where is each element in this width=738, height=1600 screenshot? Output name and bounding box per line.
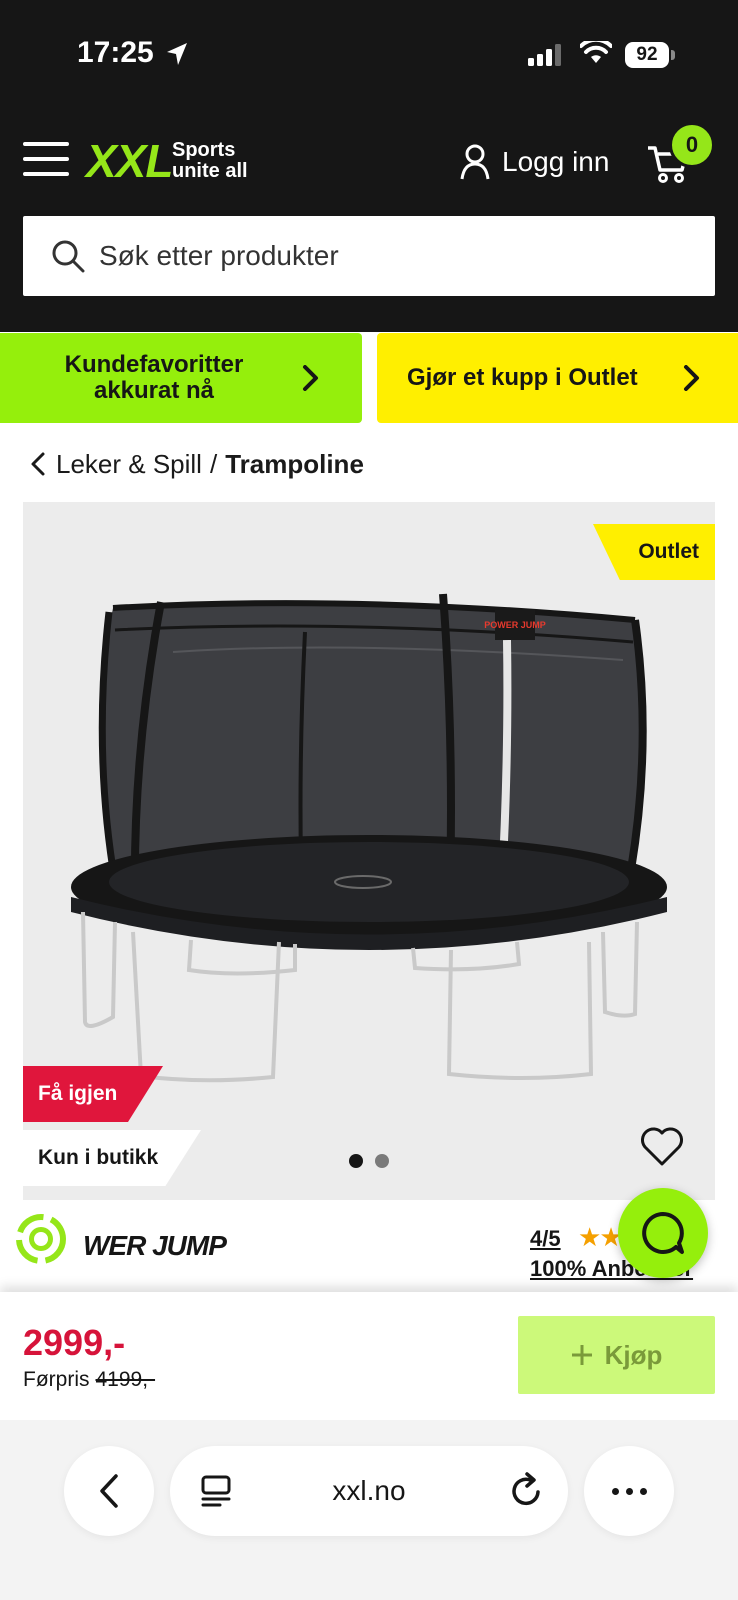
carousel-dots [349,1154,389,1168]
login-label: Logg inn [502,146,610,177]
browser-more-button[interactable] [584,1446,674,1536]
chevron-left-icon[interactable] [30,451,46,477]
price-previous-label: Førpris [23,1368,90,1391]
chat-button[interactable] [618,1188,708,1278]
browser-toolbar: xxl.no [0,1420,738,1600]
promo-left-line2: akkurat nå [93,377,215,404]
status-time: 17:25 [77,36,154,69]
tagline-line1: Sports [172,139,236,161]
chat-bubble-icon [642,1212,684,1254]
product-image-gallery[interactable]: POWER JUMP Outlet Få igjen Kun i butikk [23,502,715,1200]
buy-button[interactable]: Kjøp [518,1316,715,1394]
more-dot-icon [639,1487,647,1495]
promo-outlet-label: Gjør et kupp i Outlet [407,364,638,391]
recycle-icon [16,1214,66,1264]
search-icon [52,240,85,273]
image-logo-text: POWER JUMP [484,620,546,630]
breadcrumb-parent-link[interactable]: Leker & Spill [56,449,202,480]
breadcrumb-separator: / [209,448,218,479]
reader-menu-icon[interactable] [200,1474,232,1508]
more-dot-icon [625,1487,633,1495]
more-dot-icon [611,1487,619,1495]
breadcrumb: Leker & Spill / Trampoline [30,446,364,482]
promo-customer-favorites-button[interactable]: Kundefavoritter akkurat nå [0,333,362,423]
price-previous-value: 4199,- [95,1368,156,1391]
battery-nub [671,50,675,60]
logo-wordmark: XXL [86,135,173,187]
user-icon [460,144,490,180]
logo-tagline: Sports unite all [172,140,248,182]
reload-icon[interactable] [510,1472,544,1508]
price-bar: 2999,- Førpris 4199,- Kjøp [0,1292,738,1420]
promo-outlet-button[interactable]: Gjør et kupp i Outlet [377,333,738,423]
login-link[interactable]: Logg inn [460,140,609,184]
status-bar: 17:25 92 [0,0,738,110]
breadcrumb-current[interactable]: Trampoline [225,449,364,480]
carousel-dot-2[interactable] [375,1154,389,1168]
search-input[interactable]: Søk etter produkter [23,216,715,296]
plus-icon [571,1345,592,1365]
price-previous: Førpris 4199,- [23,1368,155,1392]
heart-icon[interactable] [639,1126,685,1168]
cellular-signal-icon [528,44,561,66]
search-placeholder: Søk etter produkter [99,240,339,271]
product-brand[interactable]: WER JUMP [70,1230,227,1262]
location-arrow-icon [167,43,187,65]
promo-left-line1: Kundefavoritter [64,351,244,378]
carousel-dot-1[interactable] [349,1154,363,1168]
chevron-left-icon [100,1474,118,1508]
battery-icon: 92 [625,42,669,68]
hamburger-menu-icon[interactable] [23,142,69,176]
rating-score[interactable]: 4/5 [530,1226,561,1252]
chevron-right-icon [303,365,318,391]
wifi-icon [580,41,612,63]
tagline-line2: unite all [172,160,248,182]
cart-count-badge[interactable]: 0 [669,122,715,168]
site-header: XXL Sports unite all Logg inn 0 Søk ette… [0,110,738,332]
buy-label: Kjøp [604,1339,663,1370]
price-current: 2999,- [23,1322,126,1363]
star-icon: ★ [578,1222,601,1252]
chevron-right-icon [684,365,699,391]
browser-address-bar[interactable]: xxl.no [170,1446,568,1536]
promo-customer-favorites-label: Kundefavoritter akkurat nå [44,352,264,404]
browser-back-button[interactable] [64,1446,154,1536]
